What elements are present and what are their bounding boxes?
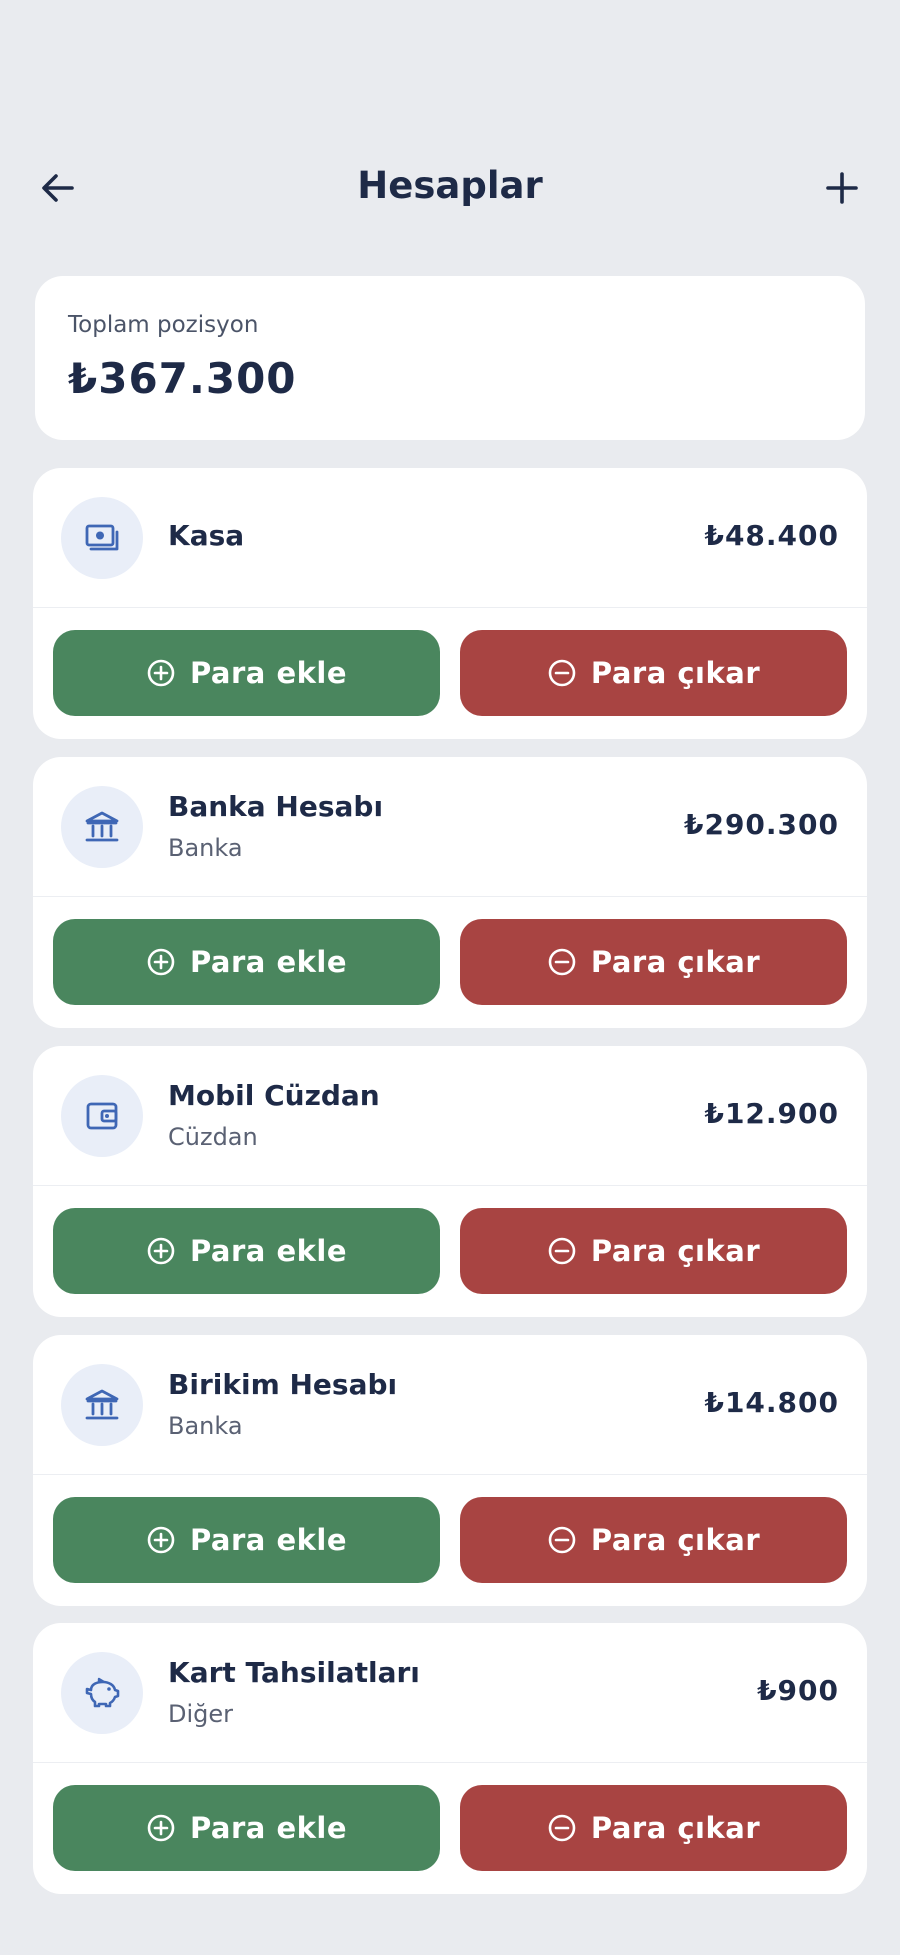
total-position-card: Toplam pozisyon ₺367.300 xyxy=(35,276,865,440)
account-header: Kasa ₺48.400 xyxy=(33,468,867,608)
piggy-bank-icon xyxy=(61,1652,143,1734)
account-card-kasa[interactable]: Kasa ₺48.400 Para ekle Para çıkar xyxy=(33,468,867,739)
account-card-banka-hesabi[interactable]: Banka Hesabı Banka ₺290.300 Para ekle Pa… xyxy=(33,757,867,1028)
remove-money-button[interactable]: Para çıkar xyxy=(460,630,847,716)
add-money-button[interactable]: Para ekle xyxy=(53,919,440,1005)
account-header: Banka Hesabı Banka ₺290.300 xyxy=(33,757,867,897)
account-name: Birikim Hesabı xyxy=(168,1368,398,1401)
account-balance: ₺900 xyxy=(757,1674,839,1707)
account-name: Mobil Cüzdan xyxy=(168,1079,380,1112)
account-name: Banka Hesabı xyxy=(168,790,384,823)
total-position-label: Toplam pozisyon xyxy=(68,312,259,338)
remove-money-button[interactable]: Para çıkar xyxy=(460,1208,847,1294)
cash-icon xyxy=(61,497,143,579)
account-balance: ₺48.400 xyxy=(704,519,839,552)
account-header: Mobil Cüzdan Cüzdan ₺12.900 xyxy=(33,1046,867,1186)
wallet-icon xyxy=(61,1075,143,1157)
add-money-label: Para ekle xyxy=(189,1523,348,1557)
add-money-button[interactable]: Para ekle xyxy=(53,1785,440,1871)
minus-circle-icon xyxy=(548,1237,576,1265)
plus-icon xyxy=(826,172,858,204)
account-type: Banka xyxy=(168,1412,243,1440)
remove-money-button[interactable]: Para çıkar xyxy=(460,1497,847,1583)
plus-circle-icon xyxy=(147,1814,175,1842)
total-position-value: ₺367.300 xyxy=(68,354,297,403)
page-title: Hesaplar xyxy=(357,164,543,207)
minus-circle-icon xyxy=(548,659,576,687)
add-money-button[interactable]: Para ekle xyxy=(53,1208,440,1294)
minus-circle-icon xyxy=(548,1814,576,1842)
plus-circle-icon xyxy=(147,1237,175,1265)
account-name: Kart Tahsilatları xyxy=(168,1656,420,1689)
account-balance: ₺290.300 xyxy=(683,808,839,841)
add-money-button[interactable]: Para ekle xyxy=(53,630,440,716)
remove-money-button[interactable]: Para çıkar xyxy=(460,1785,847,1871)
account-type: Banka xyxy=(168,834,243,862)
bank-icon xyxy=(61,786,143,868)
account-card-kart-tahsilatlari[interactable]: Kart Tahsilatları Diğer ₺900 Para ekle P… xyxy=(33,1623,867,1894)
add-money-label: Para ekle xyxy=(189,656,348,690)
remove-money-label: Para çıkar xyxy=(590,945,761,979)
account-header: Kart Tahsilatları Diğer ₺900 xyxy=(33,1623,867,1763)
account-card-mobil-cuzdan[interactable]: Mobil Cüzdan Cüzdan ₺12.900 Para ekle Pa… xyxy=(33,1046,867,1317)
add-account-button[interactable] xyxy=(816,162,868,214)
plus-circle-icon xyxy=(147,659,175,687)
account-card-birikim-hesabi[interactable]: Birikim Hesabı Banka ₺14.800 Para ekle P… xyxy=(33,1335,867,1606)
minus-circle-icon xyxy=(548,948,576,976)
account-type: Cüzdan xyxy=(168,1123,258,1151)
account-header: Birikim Hesabı Banka ₺14.800 xyxy=(33,1335,867,1475)
account-type: Diğer xyxy=(168,1700,234,1728)
bank-icon xyxy=(61,1364,143,1446)
account-balance: ₺12.900 xyxy=(704,1097,839,1130)
plus-circle-icon xyxy=(147,1526,175,1554)
header: Hesaplar xyxy=(0,150,900,224)
account-balance: ₺14.800 xyxy=(704,1386,839,1419)
remove-money-label: Para çıkar xyxy=(590,1811,761,1845)
add-money-button[interactable]: Para ekle xyxy=(53,1497,440,1583)
remove-money-label: Para çıkar xyxy=(590,1523,761,1557)
minus-circle-icon xyxy=(548,1526,576,1554)
account-name: Kasa xyxy=(168,519,245,552)
plus-circle-icon xyxy=(147,948,175,976)
remove-money-button[interactable]: Para çıkar xyxy=(460,919,847,1005)
remove-money-label: Para çıkar xyxy=(590,656,761,690)
add-money-label: Para ekle xyxy=(189,1811,348,1845)
remove-money-label: Para çıkar xyxy=(590,1234,761,1268)
add-money-label: Para ekle xyxy=(189,1234,348,1268)
add-money-label: Para ekle xyxy=(189,945,348,979)
